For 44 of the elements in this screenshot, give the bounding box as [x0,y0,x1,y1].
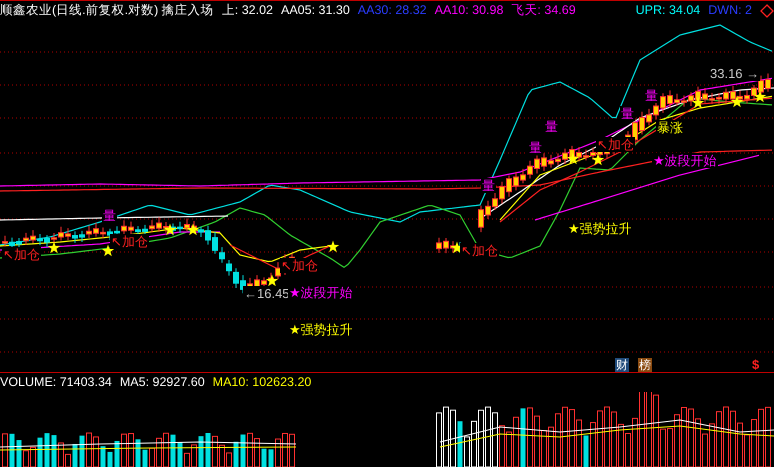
add-position-label: ↖加仓 [110,234,149,249]
indicator-value: AA05: 31.30 [280,2,350,19]
indicator-value: VOLUME: 71403.34 [0,374,112,391]
volume-label: 量 [644,88,659,103]
diamond-icon [760,4,774,18]
volume-label: 量 [528,140,543,155]
indicator-value: AA30: 28.32 [358,2,427,19]
star-icon [754,90,766,102]
signal-label: ★强势拉升 [288,322,354,337]
info-tag: 财 [615,358,629,372]
indicator-value: MA10: 102623.20 [212,374,312,391]
signal-label: 暴涨 [656,120,684,135]
indicator-value: 飞天: 34.69 [511,2,576,19]
volume-label: 量 [102,208,117,223]
star-icon [592,154,604,166]
signal-label: ★波段开始 [288,285,354,300]
add-position-label: ↖加仓 [596,137,635,152]
star-icon [692,96,704,108]
chart-title: 顺鑫农业(日线.前复权.对数) 擒庄入场 [0,2,214,19]
add-position-label: ↖加仓 [2,247,41,262]
star-icon [48,242,60,254]
star-icon [326,240,340,252]
star-icon [266,274,278,286]
info-tag: 榜 [638,358,652,372]
signal-label: ★强势拉升 [567,221,633,236]
indicator-value: UPR: 34.04 [636,2,700,19]
star-icon [102,244,114,256]
star-icon [730,96,744,108]
star-icon [186,224,200,236]
indicator-value: 上: 32.02 [222,2,273,19]
volume-label: 量 [544,119,559,134]
indicator-value: DWN: 2 [708,2,752,19]
volume-label: 量 [481,178,496,193]
price-label: ←16.45 [243,286,291,301]
add-position-label: ↖加仓 [280,258,319,273]
star-icon [566,152,580,164]
price-label: 33.16 → [709,66,760,81]
indicator-value: AA10: 30.98 [434,2,504,19]
volume-label: 量 [620,106,635,121]
dollar-mark: $ [752,358,760,372]
signal-label: ★波段开始 [652,153,718,168]
add-position-label: ↖加仓 [460,243,499,258]
star-icon [164,224,176,236]
indicator-value: MA5: 92927.60 [120,374,205,391]
